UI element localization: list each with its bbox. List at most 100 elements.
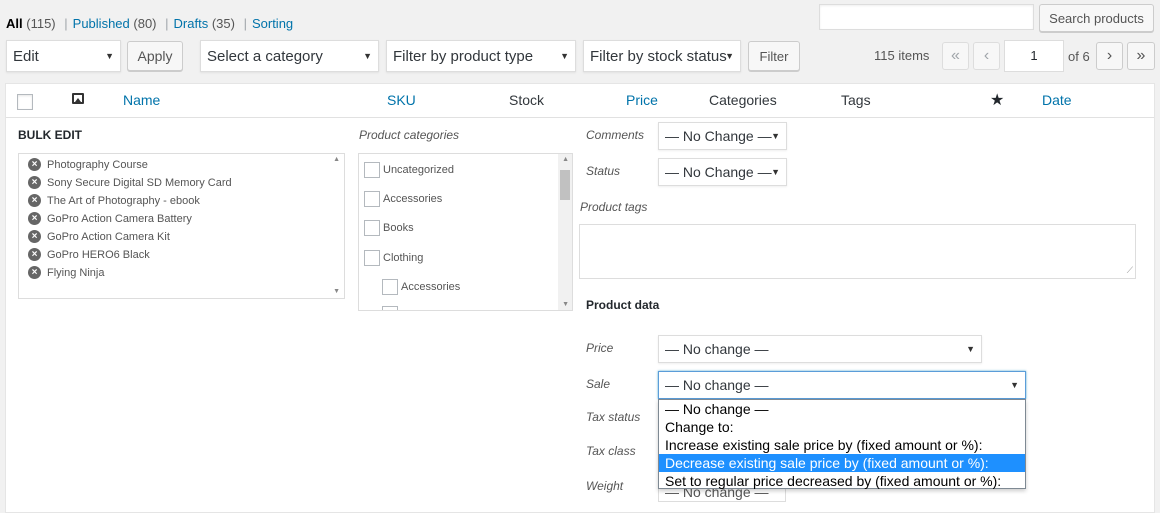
select-all-checkbox[interactable] bbox=[17, 94, 33, 110]
category-filter-select[interactable]: Select a category ▼ bbox=[200, 40, 379, 72]
table-header: Name SKU Stock Price Categories Tags ★ D… bbox=[6, 84, 1154, 118]
bulk-action-select[interactable]: Edit ▼ bbox=[6, 40, 121, 72]
product-type-filter-value: Filter by product type bbox=[393, 47, 534, 65]
scroll-up-icon[interactable]: ▲ bbox=[562, 156, 569, 163]
price-select[interactable]: — No change — ▼ bbox=[658, 335, 982, 363]
category-item[interactable] bbox=[382, 306, 401, 310]
category-checkbox[interactable] bbox=[364, 191, 380, 207]
prev-page-button[interactable]: ‹ bbox=[973, 42, 1000, 70]
separator: | bbox=[165, 16, 169, 31]
last-page-button[interactable]: » bbox=[1127, 42, 1155, 70]
scroll-down-icon[interactable]: ▼ bbox=[333, 288, 340, 295]
remove-icon[interactable]: × bbox=[28, 212, 41, 225]
status-label: Status bbox=[586, 164, 621, 178]
status-value: — No Change — bbox=[665, 164, 772, 180]
remove-icon[interactable]: × bbox=[28, 176, 41, 189]
price-value: — No change — bbox=[665, 341, 769, 357]
status-select[interactable]: — No Change — ▼ bbox=[658, 158, 787, 186]
category-item[interactable]: Accessories bbox=[364, 191, 442, 207]
dropdown-arrow-icon: ▼ bbox=[363, 51, 372, 61]
category-item[interactable]: Books bbox=[364, 220, 414, 236]
remove-icon[interactable]: × bbox=[28, 194, 41, 207]
stock-status-filter-select[interactable]: Filter by stock status ▼ bbox=[583, 40, 741, 72]
star-icon[interactable]: ★ bbox=[990, 90, 1004, 110]
sale-value: — No change — bbox=[665, 377, 769, 393]
resize-handle-icon[interactable]: ⟋ bbox=[1127, 265, 1133, 276]
product-title: GoPro Action Camera Battery bbox=[47, 212, 192, 225]
list-item: × The Art of Photography - ebook bbox=[28, 194, 200, 207]
product-data-title: Product data bbox=[586, 298, 660, 312]
product-tags-textarea[interactable]: ⟋ bbox=[579, 224, 1136, 279]
filter-all-count: (115) bbox=[26, 16, 56, 31]
dropdown-option[interactable]: — No change — bbox=[659, 400, 1025, 418]
search-products-button[interactable]: Search products bbox=[1039, 4, 1154, 32]
category-item[interactable]: Accessories bbox=[382, 279, 460, 295]
image-icon bbox=[72, 93, 84, 104]
category-label: Books bbox=[383, 222, 414, 234]
filter-all-link[interactable]: All bbox=[6, 16, 23, 31]
dropdown-option[interactable]: Increase existing sale price by (fixed a… bbox=[659, 436, 1025, 454]
separator: | bbox=[64, 16, 68, 31]
remove-icon[interactable]: × bbox=[28, 248, 41, 261]
dropdown-arrow-icon: ▼ bbox=[1010, 380, 1019, 390]
column-stock: Stock bbox=[509, 92, 545, 108]
apply-button[interactable]: Apply bbox=[127, 41, 183, 71]
dropdown-arrow-icon: ▼ bbox=[560, 51, 569, 61]
remove-icon[interactable]: × bbox=[28, 266, 41, 279]
category-filter-value: Select a category bbox=[207, 47, 323, 65]
next-page-button[interactable]: › bbox=[1096, 42, 1123, 70]
filter-published-count: (80) bbox=[133, 16, 157, 31]
filter-drafts-count: (35) bbox=[211, 16, 235, 31]
product-title: Flying Ninja bbox=[47, 266, 105, 279]
current-page-input[interactable]: 1 bbox=[1004, 40, 1064, 72]
sorting-link[interactable]: Sorting bbox=[252, 16, 293, 31]
column-sku[interactable]: SKU bbox=[387, 92, 416, 108]
list-item: × Flying Ninja bbox=[28, 266, 104, 279]
category-checkbox[interactable] bbox=[364, 220, 380, 236]
list-item: × Photography Course bbox=[28, 158, 148, 171]
remove-icon[interactable]: × bbox=[28, 158, 41, 171]
scrollbar-thumb[interactable] bbox=[560, 170, 570, 200]
column-name[interactable]: Name bbox=[123, 92, 160, 108]
category-checkbox[interactable] bbox=[382, 279, 398, 295]
product-categories-list[interactable]: Uncategorized Accessories Books Clothing… bbox=[358, 153, 573, 311]
product-title: The Art of Photography - ebook bbox=[47, 194, 200, 207]
bulk-edit-product-list[interactable]: × Photography Course × Sony Secure Digital… bbox=[18, 153, 345, 299]
dropdown-option[interactable]: Change to: bbox=[659, 418, 1025, 436]
filter-drafts-link[interactable]: Drafts bbox=[174, 16, 209, 31]
comments-select[interactable]: — No Change — ▼ bbox=[658, 122, 787, 150]
category-label: Clothing bbox=[383, 252, 424, 264]
remove-icon[interactable]: × bbox=[28, 230, 41, 243]
category-checkbox[interactable] bbox=[364, 250, 380, 266]
filter-button[interactable]: Filter bbox=[748, 41, 800, 71]
first-page-button[interactable]: « bbox=[942, 42, 969, 70]
column-date[interactable]: Date bbox=[1042, 92, 1072, 108]
dropdown-arrow-icon: ▼ bbox=[771, 131, 780, 141]
filter-published-link[interactable]: Published bbox=[73, 16, 130, 31]
sale-options-dropdown[interactable]: — No change — Change to: Increase existi… bbox=[658, 399, 1026, 489]
category-checkbox[interactable] bbox=[364, 162, 380, 178]
weight-label: Weight bbox=[586, 479, 624, 493]
stock-status-filter-value: Filter by stock status bbox=[590, 47, 727, 65]
dropdown-option[interactable]: Set to regular price decreased by (fixed… bbox=[659, 472, 1025, 490]
sale-select[interactable]: — No change — ▼ bbox=[658, 371, 1026, 399]
product-title: Photography Course bbox=[47, 158, 148, 171]
items-count: 115 items bbox=[874, 48, 930, 63]
dropdown-option-highlighted[interactable]: Decrease existing sale price by (fixed a… bbox=[659, 454, 1025, 472]
comments-value: — No Change — bbox=[665, 128, 772, 144]
category-item[interactable]: Clothing bbox=[364, 250, 423, 266]
category-checkbox[interactable] bbox=[382, 306, 398, 310]
column-price[interactable]: Price bbox=[626, 92, 658, 108]
bulk-edit-title: BULK EDIT bbox=[18, 128, 82, 142]
scroll-up-icon[interactable]: ▲ bbox=[333, 156, 340, 163]
column-categories: Categories bbox=[709, 92, 777, 108]
scroll-down-icon[interactable]: ▼ bbox=[562, 301, 569, 308]
category-label: Accessories bbox=[383, 193, 443, 205]
category-item[interactable]: Uncategorized bbox=[364, 162, 454, 178]
search-input[interactable] bbox=[819, 4, 1034, 30]
product-tags-label: Product tags bbox=[580, 200, 648, 214]
total-pages-label: of 6 bbox=[1068, 49, 1090, 64]
product-title: GoPro HERO6 Black bbox=[47, 248, 150, 261]
dropdown-arrow-icon: ▼ bbox=[725, 51, 734, 61]
product-type-filter-select[interactable]: Filter by product type ▼ bbox=[386, 40, 576, 72]
